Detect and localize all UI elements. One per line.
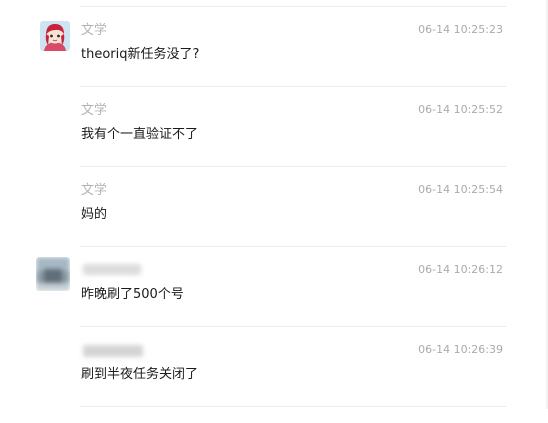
message-text[interactable]: 刷到半夜任务关闭了 [81, 366, 198, 384]
anime-girl-avatar-icon [40, 21, 70, 51]
blurred-avatar-icon [36, 257, 70, 291]
message-timestamp: 06-14 10:25:23 [418, 23, 503, 36]
message-text[interactable]: 妈的 [81, 206, 107, 224]
message-item: 文学 06-14 10:25:23 theoriq新任务没了? [0, 21, 548, 103]
message-timestamp: 06-14 10:26:12 [418, 263, 503, 276]
message-divider [80, 326, 506, 327]
message-divider [80, 86, 506, 87]
top-divider [80, 6, 506, 7]
blurred-sender-name [83, 345, 143, 357]
message-text[interactable]: 我有个一直验证不了 [81, 126, 198, 144]
message-timestamp: 06-14 10:25:52 [418, 103, 503, 116]
user-avatar[interactable] [40, 21, 70, 51]
message-divider [80, 166, 506, 167]
message-divider [80, 246, 506, 247]
sender-name: 文学 [81, 23, 108, 38]
blurred-sender-name [83, 264, 141, 275]
message-item: 06-14 10:26:39 刷到半夜任务关闭了 [0, 343, 548, 423]
chat-message-list: 文学 06-14 10:25:23 theoriq新任务没了? 文学 06-14… [0, 0, 548, 409]
message-text[interactable]: theoriq新任务没了? [81, 46, 199, 64]
message-timestamp: 06-14 10:25:54 [418, 183, 503, 196]
sender-name: 文学 [81, 183, 108, 198]
message-text[interactable]: 昨晚刷了500个号 [81, 286, 184, 304]
message-divider [80, 406, 506, 407]
user-avatar[interactable] [36, 257, 70, 291]
sender-name: 文学 [81, 103, 108, 118]
message-timestamp: 06-14 10:26:39 [418, 343, 503, 356]
message-item: 文学 06-14 10:25:52 我有个一直验证不了 [0, 103, 548, 183]
message-item: 文学 06-14 10:25:54 妈的 [0, 183, 548, 263]
message-item: 06-14 10:26:12 昨晚刷了500个号 [0, 257, 548, 343]
